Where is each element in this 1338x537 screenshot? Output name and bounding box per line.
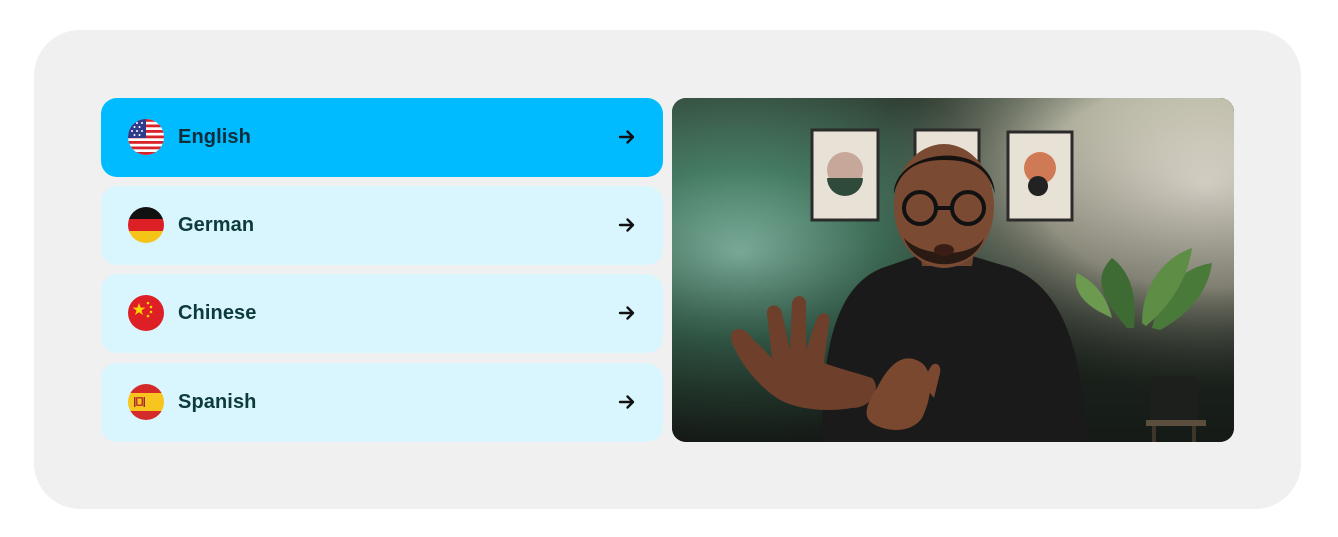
arrow-right-icon [617, 215, 637, 235]
language-option-english[interactable]: English [101, 98, 663, 177]
us-flag-icon [128, 119, 164, 155]
language-option-german[interactable]: German [101, 186, 663, 265]
language-label: English [178, 126, 251, 148]
presenter-video-thumbnail[interactable] [672, 98, 1234, 442]
language-option-chinese[interactable]: Chinese [101, 274, 663, 353]
china-flag-icon [128, 295, 164, 331]
arrow-right-icon [617, 303, 637, 323]
spain-flag-icon [128, 384, 164, 420]
language-label: Chinese [178, 302, 257, 324]
language-label: Spanish [178, 391, 257, 413]
arrow-right-icon [617, 127, 637, 147]
language-label: German [178, 214, 255, 236]
language-option-spanish[interactable]: Spanish [101, 363, 663, 442]
germany-flag-icon [128, 207, 164, 243]
arrow-right-icon [617, 392, 637, 412]
